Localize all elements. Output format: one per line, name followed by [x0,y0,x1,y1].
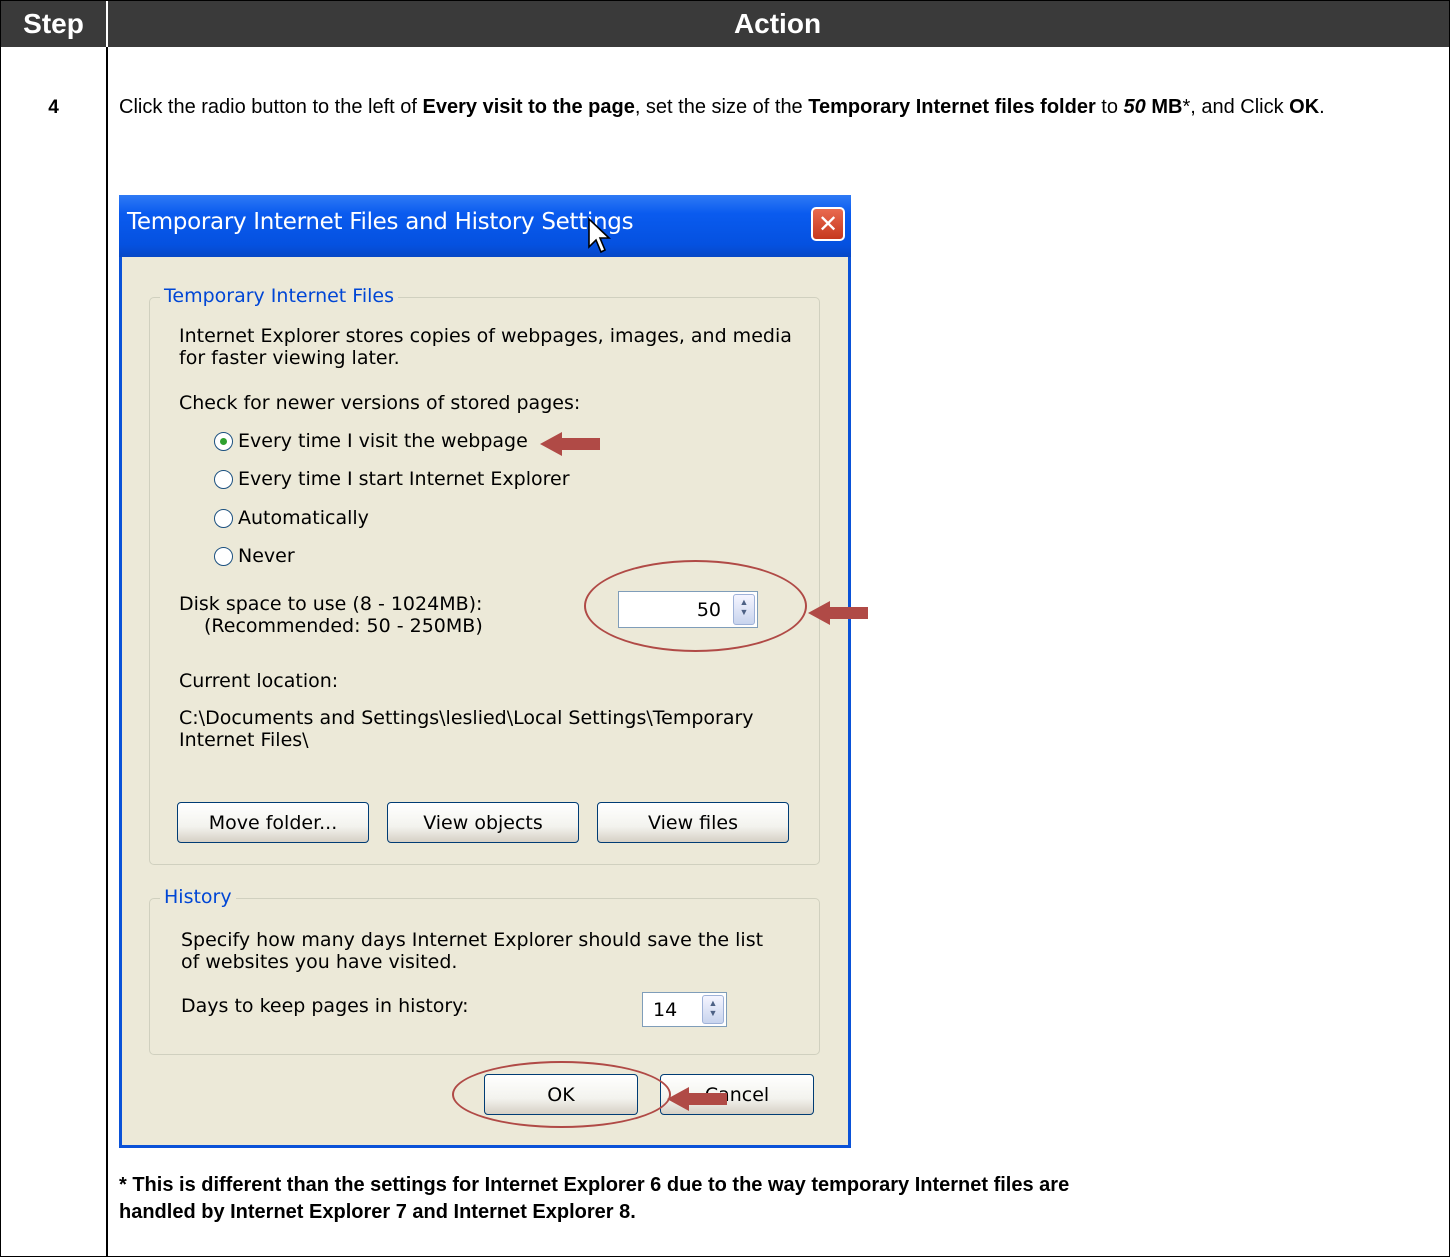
instr-bold-ok: OK [1289,96,1320,118]
radio-automatically[interactable] [214,509,233,528]
move-folder-button[interactable]: Move folder... [177,802,369,843]
radio-label-automatically[interactable]: Automatically [238,507,369,530]
radio-every-start[interactable] [214,470,233,489]
footnote: * This is different than the settings fo… [119,1172,1429,1226]
dialog-title: Temporary Internet Files and History Set… [127,209,634,235]
annotation-circle-disk [584,560,807,652]
days-history-value: 14 [653,998,678,1021]
dialog-titlebar[interactable]: Temporary Internet Files and History Set… [119,195,851,257]
header-step: Step [23,8,84,39]
instr-part: , set the size of the [634,96,809,118]
instruction-text: Click the radio button to the left of Ev… [119,94,1429,121]
tif-desc-line2: for faster viewing later. [179,347,400,369]
instr-bold-50: 50 [1123,96,1146,118]
radio-label-every-start[interactable]: Every time I start Internet Explorer [238,468,570,491]
instr-bold-folder: Temporary Internet files folder [808,96,1096,118]
location-path-line1: C:\Documents and Settings\leslied\Local … [179,707,754,729]
column-divider [106,47,108,1256]
instr-part: *, and Click [1182,96,1290,118]
settings-dialog: Temporary Internet Files and History Set… [119,195,868,1148]
instr-bold-mb: MB [1145,96,1183,118]
radio-label-never[interactable]: Never [238,545,295,568]
radio-every-visit[interactable] [214,432,233,451]
radio-label-every-visit[interactable]: Every time I visit the webpage [238,430,528,453]
current-location-label: Current location: [179,670,339,692]
disk-recommended-label: (Recommended: 50 - 250MB) [204,615,483,637]
annotation-arrow-icon [540,432,600,456]
location-path-line2: Internet Files\ [179,729,309,751]
radio-selected-dot [219,437,227,445]
spinner-arrows-icon[interactable]: ▲ ▼ [702,995,724,1024]
check-newer-label: Check for newer versions of stored pages… [179,392,581,414]
annotation-arrow-icon [808,601,868,625]
close-button[interactable]: ✕ [811,207,845,241]
procedure-table: Step Action 4 Click the radio button to … [0,0,1450,1257]
annotation-circle-ok [452,1061,671,1128]
instr-part: to [1095,96,1124,118]
instr-part: Click the radio button to the left of [119,96,423,118]
radio-never[interactable] [214,547,233,566]
disk-space-label: Disk space to use (8 - 1024MB): [179,593,483,615]
step-number: 4 [48,97,59,118]
history-desc-line1: Specify how many days Internet Explorer … [181,929,764,951]
instr-bold-every-visit: Every visit to the page [422,96,635,118]
mouse-cursor-icon [588,217,611,254]
close-icon: ✕ [817,210,839,238]
history-group: History [149,886,820,1055]
header-action: Action [733,8,822,39]
history-desc-line2: of websites you have visited. [181,951,458,973]
view-files-button[interactable]: View files [597,802,789,843]
history-group-legend: History [160,886,236,908]
footnote-line1: * This is different than the settings fo… [119,1174,1070,1196]
tif-desc-line1: Internet Explorer stores copies of webpa… [179,325,792,347]
instr-part: . [1319,96,1325,118]
tif-group-legend: Temporary Internet Files [160,285,398,307]
days-history-spinner[interactable]: 14 ▲ ▼ [642,992,727,1027]
view-objects-button[interactable]: View objects [387,802,579,843]
table-header: Step Action [1,1,1449,47]
annotation-arrow-icon [667,1087,727,1111]
footnote-line2: handled by Internet Explorer 7 and Inter… [119,1201,636,1223]
days-history-label: Days to keep pages in history: [181,995,469,1017]
